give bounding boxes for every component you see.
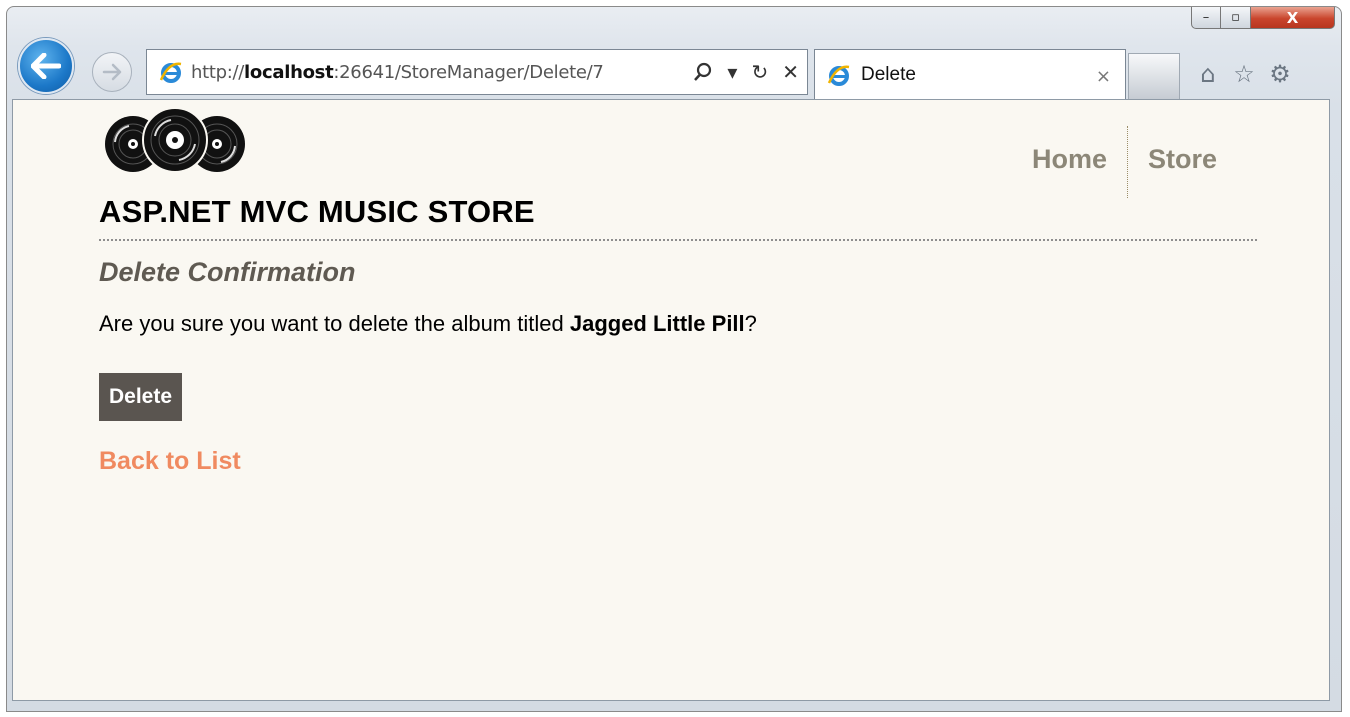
url-text: http://localhost:26641/StoreManager/Dele… [191,61,604,83]
gear-icon[interactable]: ⚙ [1268,60,1292,88]
tab-delete[interactable]: Delete × [814,49,1126,100]
ie-tab-icon [827,65,850,86]
album-title: Jagged Little Pill [569,311,745,336]
confirm-message: Are you sure you want to delete the albu… [99,311,757,336]
home-icon[interactable]: ⌂ [1196,60,1220,88]
address-actions: ▾ ↻ ✕ [693,50,799,94]
nav-store-link[interactable]: Store [1128,126,1237,198]
arrow-right-icon [102,63,122,81]
close-tab-icon[interactable]: × [1096,66,1111,87]
chevron-down-icon[interactable]: ▾ [727,60,737,84]
window-controls: – ▫ X [1191,7,1335,29]
browser-toolbar: ⌂ ☆ ⚙ [1196,60,1292,88]
tab-title: Delete [861,64,916,85]
nav-home-link[interactable]: Home [1012,126,1127,198]
close-window-button[interactable]: X [1251,7,1335,29]
main-nav: Home Store [1012,126,1237,198]
ie-page-icon [159,62,182,83]
minimize-button[interactable]: – [1191,7,1221,29]
page-viewport: ASP.NET MVC MUSIC STORE Home Store Delet… [12,99,1330,701]
favorites-icon[interactable]: ☆ [1232,60,1256,88]
new-tab-button[interactable] [1128,53,1180,99]
stop-icon[interactable]: ✕ [782,60,799,84]
back-to-list-link[interactable]: Back to List [99,447,757,476]
address-bar[interactable]: http://localhost:26641/StoreManager/Dele… [146,49,808,95]
search-icon[interactable] [693,62,713,82]
vinyl-records-logo[interactable] [99,106,251,178]
site-title: ASP.NET MVC MUSIC STORE [99,194,535,229]
back-button[interactable] [18,38,74,94]
site-header: ASP.NET MVC MUSIC STORE Home Store [99,106,1257,241]
main-content: Delete Confirmation Are you sure you wan… [99,257,757,476]
forward-button[interactable] [92,52,132,92]
page-title: Delete Confirmation [99,257,356,287]
refresh-icon[interactable]: ↻ [751,60,768,84]
arrow-left-icon [31,53,61,79]
maximize-button[interactable]: ▫ [1221,7,1251,29]
header-divider [99,239,1257,241]
delete-button[interactable]: Delete [99,373,183,421]
